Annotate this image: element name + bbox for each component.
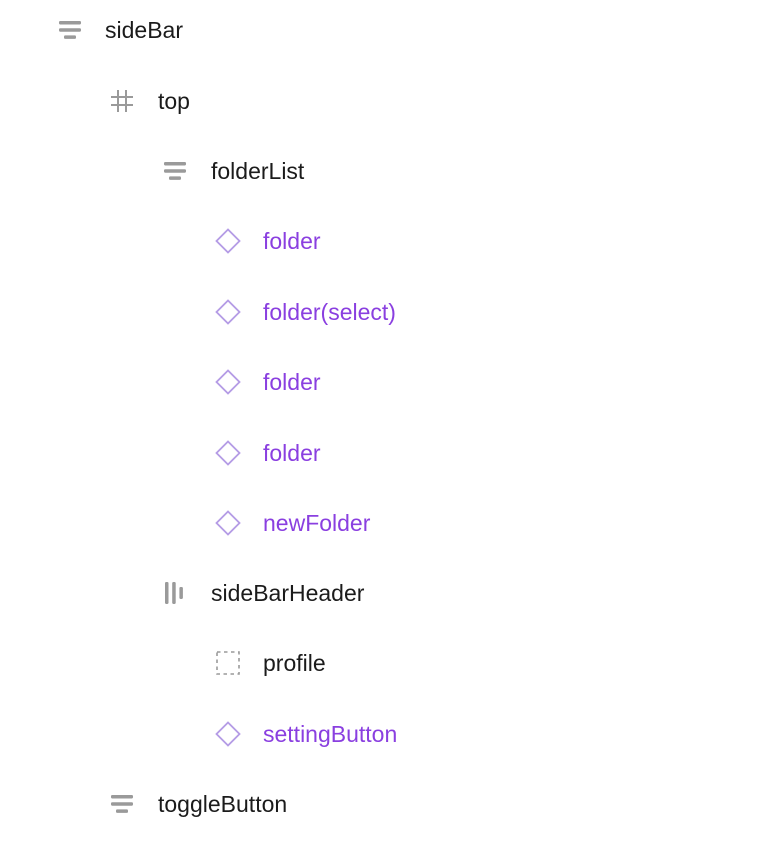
layer-name: top [158, 88, 190, 114]
layer-row-profile[interactable]: profile [0, 641, 766, 685]
layer-row-settingbutton[interactable]: settingButton [0, 712, 766, 756]
component-instance-icon [214, 720, 242, 748]
layer-name: settingButton [263, 721, 398, 747]
layer-row-folder[interactable]: folder [0, 360, 766, 404]
auto-layout-vertical-icon [108, 790, 136, 818]
layer-row-sidebar[interactable]: sideBar [0, 8, 766, 52]
layer-name: folder(select) [263, 299, 396, 325]
layers-panel: sideBar top folderList folder folder(sel… [0, 0, 766, 842]
layer-name: folderList [211, 158, 305, 184]
layer-name: toggleButton [158, 791, 288, 817]
layer-name: sideBarHeader [211, 580, 365, 606]
component-instance-icon [214, 227, 242, 255]
dashed-frame-icon [214, 649, 242, 677]
layer-name: sideBar [105, 17, 183, 43]
component-instance-icon [214, 368, 242, 396]
layer-name: profile [263, 650, 326, 676]
layer-row-folder[interactable]: folder [0, 219, 766, 263]
component-instance-icon [214, 509, 242, 537]
layer-row-sidebarheader[interactable]: sideBarHeader [0, 571, 766, 615]
layer-row-togglebutton[interactable]: toggleButton [0, 782, 766, 826]
layer-name: folder [263, 440, 321, 466]
layer-name: folder [263, 369, 321, 395]
frame-hash-icon [108, 87, 136, 115]
layer-row-folder-select[interactable]: folder(select) [0, 290, 766, 334]
auto-layout-horizontal-icon [161, 579, 189, 607]
auto-layout-vertical-icon [56, 16, 84, 44]
auto-layout-vertical-icon [161, 157, 189, 185]
component-instance-icon [214, 439, 242, 467]
layer-row-folder[interactable]: folder [0, 431, 766, 475]
layer-name: folder [263, 228, 321, 254]
layer-name: newFolder [263, 510, 371, 536]
component-instance-icon [214, 298, 242, 326]
layer-row-top[interactable]: top [0, 79, 766, 123]
layer-row-folderlist[interactable]: folderList [0, 149, 766, 193]
layer-row-newfolder[interactable]: newFolder [0, 501, 766, 545]
